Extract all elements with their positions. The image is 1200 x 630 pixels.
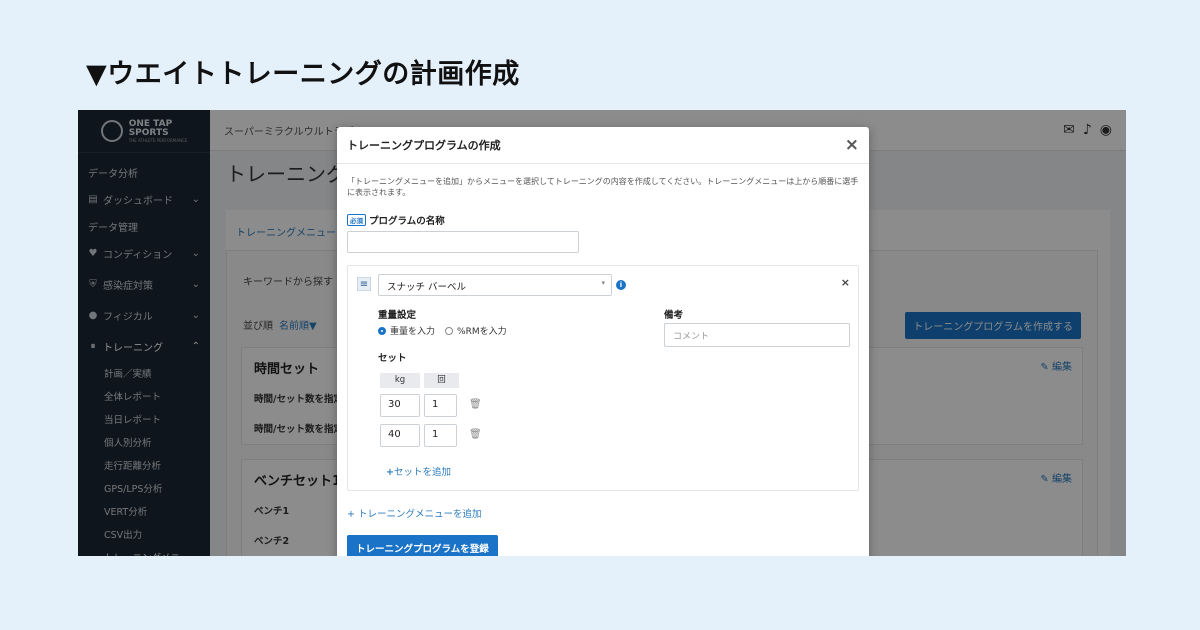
weight-mode-radios: 重量を入力 %RMを入力 (378, 324, 507, 337)
set-kg-input[interactable]: 40 (380, 424, 420, 447)
note-label: 備考 (664, 310, 684, 321)
info-icon[interactable]: i (616, 280, 626, 290)
program-name-input[interactable] (347, 231, 579, 253)
training-menu-block: ≡ スナッチ バーベル ▾ i × 重量設定 重量を入力 %RMを入力 セット … (347, 265, 859, 491)
set-reps-input[interactable]: 1 (424, 424, 457, 447)
radio-weight-label: 重量を入力 (390, 327, 436, 337)
column-header-reps: 回 (424, 373, 459, 388)
modal-title: トレーニングプログラムの作成 (347, 139, 501, 152)
add-menu-label: トレーニングメニューを追加 (357, 509, 482, 520)
set-kg-input[interactable]: 30 (380, 394, 420, 417)
required-badge: 必須 (347, 214, 366, 226)
set-reps-input[interactable]: 1 (424, 394, 457, 417)
radio-weight[interactable]: 重量を入力 (378, 324, 435, 337)
modal-header: トレーニングプログラムの作成 × (337, 127, 869, 164)
plus-icon: + (347, 509, 358, 520)
create-program-modal: トレーニングプログラムの作成 × 「トレーニングメニューを追加」からメニューを選… (337, 127, 869, 556)
trash-icon[interactable]: 🗑 (469, 399, 482, 410)
trash-icon[interactable]: 🗑 (469, 429, 482, 440)
add-set-button[interactable]: +セットを追加 (386, 464, 451, 478)
menu-select[interactable]: スナッチ バーベル ▾ (378, 274, 612, 296)
radio-rm[interactable]: %RMを入力 (445, 324, 507, 337)
set-label: セット (378, 353, 407, 364)
note-textarea[interactable]: コメント (664, 323, 850, 347)
weight-setting-label: 重量設定 (378, 310, 417, 321)
close-icon[interactable]: × (845, 135, 859, 155)
column-header-kg: kg (380, 373, 420, 388)
drag-handle-icon[interactable]: ≡ (357, 277, 371, 291)
radio-rm-label: %RMを入力 (457, 327, 507, 337)
chevron-down-icon: ▾ (601, 279, 605, 287)
add-menu-button[interactable]: + トレーニングメニューを追加 (347, 506, 482, 520)
radio-checked-icon (378, 326, 386, 335)
plus-icon: + (386, 467, 394, 478)
headline: ▼ウエイトトレーニングの計画作成 (86, 59, 520, 90)
menu-select-value: スナッチ バーベル (387, 282, 467, 293)
program-name-label-text: プログラムの名称 (369, 216, 445, 227)
app-screenshot: ONE TAP SPORTS THE ATHLETE PERFORMANCE デ… (78, 110, 1126, 556)
modal-description: 「トレーニングメニューを追加」からメニューを選択してトレーニングの内容を作成して… (347, 177, 859, 197)
add-set-label: セットを追加 (393, 467, 451, 478)
radio-unchecked-icon (445, 326, 454, 335)
register-program-button[interactable]: トレーニングプログラムを登録 (347, 535, 498, 556)
remove-menu-icon[interactable]: × (841, 276, 850, 289)
program-name-label: 必須 プログラムの名称 (347, 213, 445, 227)
